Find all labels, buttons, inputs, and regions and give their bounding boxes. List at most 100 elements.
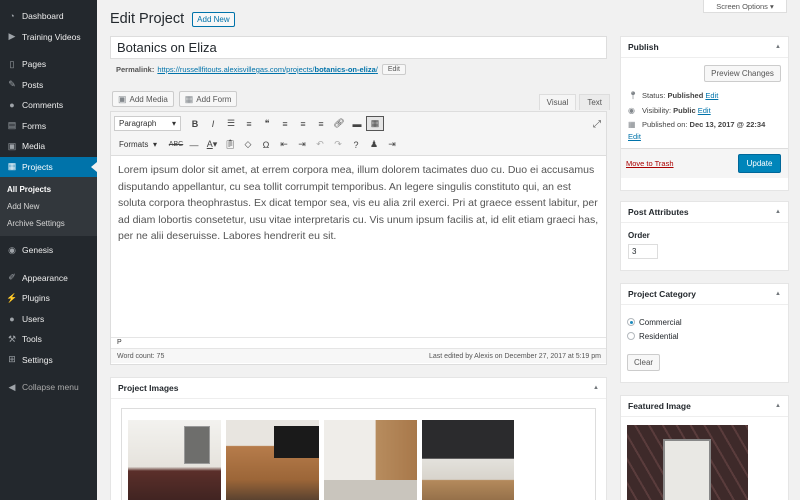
redo-icon[interactable]: ↷ <box>329 139 347 150</box>
tab-visual[interactable]: Visual <box>538 94 577 110</box>
toggle-arrow-icon[interactable]: ▲ <box>775 291 781 297</box>
sidebar-item-training-videos[interactable]: ▶ Training Videos <box>0 27 97 48</box>
sidebar-item-appearance[interactable]: ✐ Appearance <box>0 268 97 289</box>
editor-toolbar: Paragraph ▾ B I ☰ ≡ ❝ ≡ ≡ ≡ 🔗︎ ▬ ▦ Format… <box>111 112 606 156</box>
add-form-button[interactable]: ▦ Add Form <box>178 91 238 107</box>
video-icon: ▶ <box>8 31 16 42</box>
add-media-button[interactable]: ▣ Add Media <box>112 91 174 107</box>
sidebar-item-media[interactable]: ▣ Media <box>0 136 97 157</box>
sidebar-item-pages[interactable]: ▯ Pages <box>0 54 97 75</box>
preview-changes-button[interactable]: Preview Changes <box>704 65 781 82</box>
collapse-menu[interactable]: ◀ Collapse menu <box>0 377 97 398</box>
users-icon: ● <box>9 313 15 324</box>
featured-image-box: Featured Image ▲ <box>620 395 789 500</box>
link-icon[interactable]: 🔗︎ <box>330 118 348 129</box>
clear-button[interactable]: Clear <box>627 354 660 371</box>
genesis-icon: ◉ <box>8 244 16 255</box>
move-to-trash-link[interactable]: Move to Trash <box>626 159 674 168</box>
tab-text[interactable]: Text <box>579 94 610 110</box>
media-icon: ▣ <box>118 93 127 104</box>
bold-icon[interactable]: B <box>186 119 204 129</box>
projects-icon: ▦ <box>7 161 17 172</box>
strikethrough-icon[interactable]: ABC <box>167 141 185 148</box>
sidebar-item-forms[interactable]: ▤ Forms <box>0 116 97 137</box>
permalink-edit-button[interactable]: Edit <box>381 64 406 75</box>
category-option-commercial[interactable]: Commercial <box>627 315 782 329</box>
formats-select[interactable]: Formats ▾ <box>114 137 162 152</box>
sidebar-item-dashboard[interactable]: ◔ Dashboard <box>0 6 97 27</box>
project-category-box: Project Category ▲ Commercial Residential… <box>620 283 789 383</box>
sidebar-item-posts[interactable]: ✎ Posts <box>0 75 97 96</box>
indent-icon[interactable]: ⇥ <box>293 139 311 150</box>
permalink: Permalink: https://russellfitouts.alexis… <box>116 64 406 75</box>
permalink-end: / <box>375 65 378 74</box>
toolbar-toggle-icon[interactable]: ▦ <box>366 116 384 131</box>
screen-options-button[interactable]: Screen Options ▾ <box>703 0 787 13</box>
publish-title: Publish <box>628 42 659 52</box>
sidebar-item-tools[interactable]: ⚒ Tools <box>0 329 97 350</box>
toggle-arrow-icon[interactable]: ▲ <box>775 209 781 215</box>
edit-visibility-link[interactable]: Edit <box>698 106 711 115</box>
permalink-link[interactable]: https://russellfitouts.alexisvillegas.co… <box>157 65 378 74</box>
clear-formatting-icon[interactable]: ◇ <box>239 139 257 150</box>
sidebar-item-settings[interactable]: ⊞ Settings <box>0 350 97 371</box>
align-right-icon[interactable]: ≡ <box>312 119 330 129</box>
element-path: P <box>111 337 606 348</box>
edit-status-link[interactable]: Edit <box>705 91 718 100</box>
editor-content[interactable]: Lorem ipsum dolor sit amet, at errem cor… <box>111 156 606 337</box>
media-icon: ▣ <box>7 140 17 151</box>
signout-icon[interactable]: ⇥ <box>383 139 401 150</box>
category-option-residential[interactable]: Residential <box>627 329 782 343</box>
edit-date-link[interactable]: Edit <box>628 132 641 141</box>
format-select[interactable]: Paragraph ▾ <box>114 116 181 131</box>
wrench-icon: ⚒ <box>7 333 17 344</box>
radio-button[interactable] <box>627 332 635 340</box>
project-image-thumbnail[interactable] <box>422 420 514 500</box>
calendar-icon: ▦ <box>628 119 636 129</box>
read-more-icon[interactable]: ▬ <box>348 119 366 129</box>
add-new-button[interactable]: Add New <box>192 11 235 27</box>
toggle-arrow-icon[interactable]: ▲ <box>775 44 781 50</box>
submenu-archive-settings[interactable]: Archive Settings <box>0 215 97 232</box>
special-character-icon[interactable]: Ω <box>257 140 275 150</box>
align-left-icon[interactable]: ≡ <box>276 119 294 129</box>
help-icon[interactable]: ? <box>347 140 365 150</box>
fullscreen-icon[interactable]: ⤢ <box>593 119 601 130</box>
blockquote-icon[interactable]: ❝ <box>258 118 276 129</box>
order-input[interactable]: 3 <box>628 244 658 259</box>
editor-footer: Word count: 75 Last edited by Alexis on … <box>111 348 606 363</box>
undo-icon[interactable]: ↶ <box>311 139 329 150</box>
sidebar-item-users[interactable]: ● Users <box>0 309 97 330</box>
submenu-all-projects[interactable]: All Projects <box>0 181 97 198</box>
sidebar-item-projects[interactable]: ▦ Projects <box>0 156 97 177</box>
project-image-thumbnail[interactable] <box>226 420 319 500</box>
sidebar-item-genesis[interactable]: ◉ Genesis <box>0 240 97 261</box>
sidebar-item-plugins[interactable]: ⚡ Plugins <box>0 288 97 309</box>
project-image-thumbnail[interactable] <box>324 420 417 500</box>
projects-submenu: All Projects Add New Archive Settings <box>0 177 97 236</box>
project-image-thumbnail[interactable] <box>128 420 221 500</box>
project-images-gallery <box>121 408 596 500</box>
pin-icon: ✎ <box>8 79 16 90</box>
user-icon[interactable]: ♟ <box>365 139 383 150</box>
sidebar-item-comments[interactable]: ● Comments <box>0 95 97 116</box>
title-input[interactable]: Botanics on Eliza <box>110 36 607 59</box>
featured-image-thumbnail[interactable] <box>627 425 748 500</box>
collapse-icon: ◀ <box>8 381 16 392</box>
text-color-icon[interactable]: A▾ <box>203 139 221 150</box>
submenu-add-new[interactable]: Add New <box>0 198 97 215</box>
post-attributes-box: Post Attributes ▲ Order 3 <box>620 201 789 271</box>
update-button[interactable]: Update <box>738 154 781 173</box>
horizontal-line-icon[interactable]: — <box>185 140 203 150</box>
bullet-list-icon[interactable]: ☰ <box>222 118 240 129</box>
toggle-arrow-icon[interactable]: ▲ <box>593 385 599 391</box>
toggle-arrow-icon[interactable]: ▲ <box>775 403 781 409</box>
align-center-icon[interactable]: ≡ <box>294 119 312 129</box>
dashboard-icon: ◔ <box>9 11 15 22</box>
italic-icon[interactable]: I <box>204 119 222 129</box>
numbered-list-icon[interactable]: ≡ <box>240 119 258 129</box>
outdent-icon[interactable]: ⇤ <box>275 139 293 150</box>
paste-text-icon[interactable]: 📋︎ <box>221 139 239 150</box>
brush-icon: ✐ <box>8 272 16 283</box>
radio-button[interactable] <box>627 318 635 326</box>
